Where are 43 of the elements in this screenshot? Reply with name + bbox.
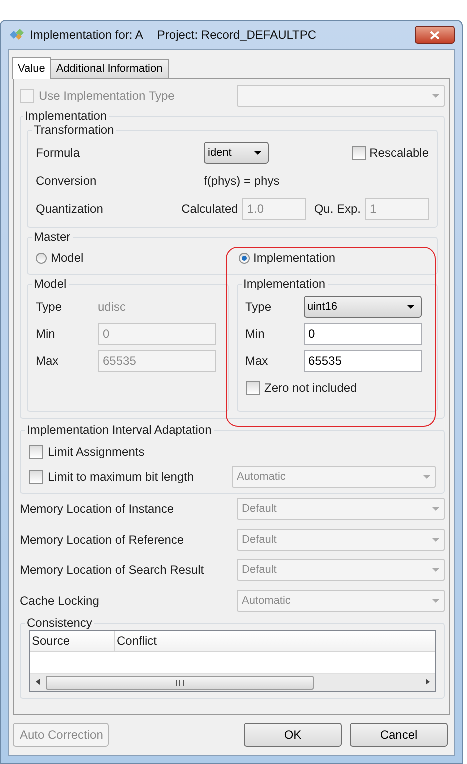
field-label: Memory Location of Search Result — [20, 563, 206, 578]
tab[interactable]: Additional Information — [50, 59, 169, 78]
window-title: Implementation for: A — [30, 28, 144, 42]
field-label: Formula — [36, 146, 82, 160]
type-dropdown[interactable]: uint16 — [304, 296, 422, 318]
checkbox-label: Limit Assignments — [48, 444, 145, 458]
group-title: Transformation — [33, 123, 116, 137]
field-label: Quantization — [36, 202, 104, 216]
group-title: Consistency — [26, 616, 94, 630]
field-label: Max — [36, 354, 60, 368]
radio-label: Implementation — [254, 251, 336, 265]
field-label: Min — [36, 326, 56, 340]
checkbox-label: Zero not included — [264, 380, 358, 394]
group-title: Master — [33, 230, 72, 244]
input-field[interactable]: 65535 — [304, 350, 422, 372]
field-label: Type — [246, 300, 273, 314]
column-header[interactable]: Source — [30, 631, 115, 651]
dialog-button[interactable]: OK — [244, 723, 342, 747]
checkbox-label: Use Implementation Type — [39, 89, 175, 103]
window-subtitle: Project: Record_DEFAULTPC — [157, 28, 317, 42]
group-title: Model — [33, 277, 68, 291]
checkbox-label: Rescalable — [370, 146, 429, 160]
field-label: Memory Location of Reference — [20, 532, 186, 547]
field-label: Calculated — [182, 202, 238, 216]
input-field[interactable]: 0 — [304, 322, 422, 344]
group-title: Implementation Interval Adaptation — [26, 423, 213, 437]
tab[interactable]: Value — [12, 57, 52, 79]
group-title: Implementation — [242, 277, 327, 291]
field-label: Type — [36, 300, 64, 314]
type-value: udisc — [98, 300, 126, 314]
conversion-formula: f(phys) = phys — [204, 174, 280, 188]
dialog-button[interactable]: Cancel — [350, 723, 448, 747]
formula-dropdown[interactable]: ident — [204, 142, 269, 164]
column-header[interactable]: Conflict — [115, 631, 435, 651]
field-label: Min — [246, 326, 266, 340]
field-label: Cache Locking — [20, 594, 100, 608]
radio-label: Model — [51, 251, 84, 265]
group-title: Implementation — [24, 109, 108, 123]
field-label: Qu. Exp. — [314, 202, 361, 216]
field-label: Memory Location of Instance — [20, 502, 176, 516]
field-label: Conversion — [36, 174, 98, 188]
checkbox-label: Limit to maximum bit length — [48, 470, 194, 484]
field-label: Max — [246, 354, 270, 368]
